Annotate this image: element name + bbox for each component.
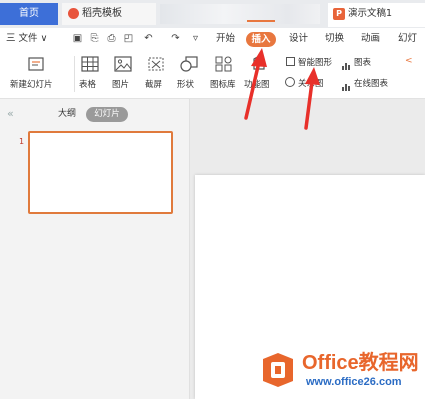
export-pdf-icon[interactable]: ⎘	[89, 33, 100, 44]
image-button[interactable]: 图片	[112, 78, 129, 90]
icon-library-icon[interactable]	[215, 56, 233, 72]
collapse-pane-icon[interactable]: «	[7, 107, 14, 120]
tab-home[interactable]: 首页	[0, 3, 58, 25]
watermark-url: www.office26.com	[306, 376, 402, 388]
print-preview-icon[interactable]: ◰	[123, 33, 134, 44]
relation-chart-button[interactable]: 关系图	[298, 77, 324, 89]
presentation-file-icon: P	[333, 8, 345, 20]
icon-library-button[interactable]: 图标库	[210, 78, 236, 90]
undo-icon[interactable]: ↶	[143, 33, 154, 44]
smartart-icon[interactable]	[286, 57, 295, 66]
function-chart-button[interactable]: 功能图	[244, 78, 270, 90]
active-menu-underline	[247, 20, 275, 22]
quick-access-dropdown-icon[interactable]: ▿	[190, 33, 201, 44]
smartart-button[interactable]: 智能图形	[298, 56, 332, 68]
outline-tab[interactable]: 大纲	[58, 106, 76, 122]
watermark-title: Office教程网	[302, 352, 419, 374]
chart-icon[interactable]	[341, 56, 351, 70]
online-chart-button[interactable]: 在线图表	[354, 77, 388, 89]
image-icon[interactable]	[114, 56, 132, 72]
redo-icon[interactable]: ↷	[170, 33, 181, 44]
new-slide-icon[interactable]	[27, 55, 45, 73]
tab-presentation[interactable]: P 演示文稿1	[328, 3, 425, 27]
menu-animation[interactable]: 动画	[361, 28, 380, 50]
function-chart-icon[interactable]	[250, 56, 268, 72]
save-icon[interactable]: ▣	[72, 33, 83, 44]
menu-design[interactable]: 设计	[289, 28, 308, 50]
menu-insert[interactable]: 插入	[246, 32, 276, 47]
daoke-logo-icon	[68, 8, 79, 19]
screenshot-button[interactable]: 截屏	[145, 78, 162, 90]
tab-daoke-template-label: 稻壳模板	[82, 8, 122, 19]
tab-daoke-template[interactable]: 稻壳模板	[62, 3, 156, 25]
slide-number: 1	[19, 137, 25, 146]
table-button[interactable]: 表格	[79, 78, 96, 90]
online-chart-icon[interactable]	[341, 77, 351, 91]
slide-thumbnail[interactable]	[28, 131, 173, 214]
more-tools-icon[interactable]: <	[405, 56, 413, 66]
menu-row: 三 文件 ∨ ▣ ⎘ ⎙ ◰ ↶ ↷ ▿ 开始 插入 设计 切换 动画 幻灯片	[0, 28, 425, 66]
office-logo-icon	[261, 352, 295, 388]
file-menu[interactable]: 三 文件 ∨	[6, 28, 48, 50]
chart-button[interactable]: 图表	[354, 56, 371, 68]
print-icon[interactable]: ⎙	[106, 33, 117, 44]
ribbon-separator	[74, 56, 75, 92]
relation-chart-icon[interactable]	[285, 77, 295, 87]
blurred-tab-area	[160, 4, 320, 24]
menu-transition[interactable]: 切换	[325, 28, 344, 50]
shape-button[interactable]: 形状	[177, 78, 194, 90]
table-icon[interactable]	[81, 56, 99, 72]
shape-icon[interactable]	[180, 56, 198, 72]
screenshot-icon[interactable]	[147, 56, 165, 72]
new-slide-button[interactable]: 新建幻灯片	[10, 78, 53, 90]
tab-presentation-label: 演示文稿1	[348, 8, 393, 19]
menu-start[interactable]: 开始	[216, 28, 235, 50]
slides-tab[interactable]: 幻灯片	[86, 107, 128, 122]
